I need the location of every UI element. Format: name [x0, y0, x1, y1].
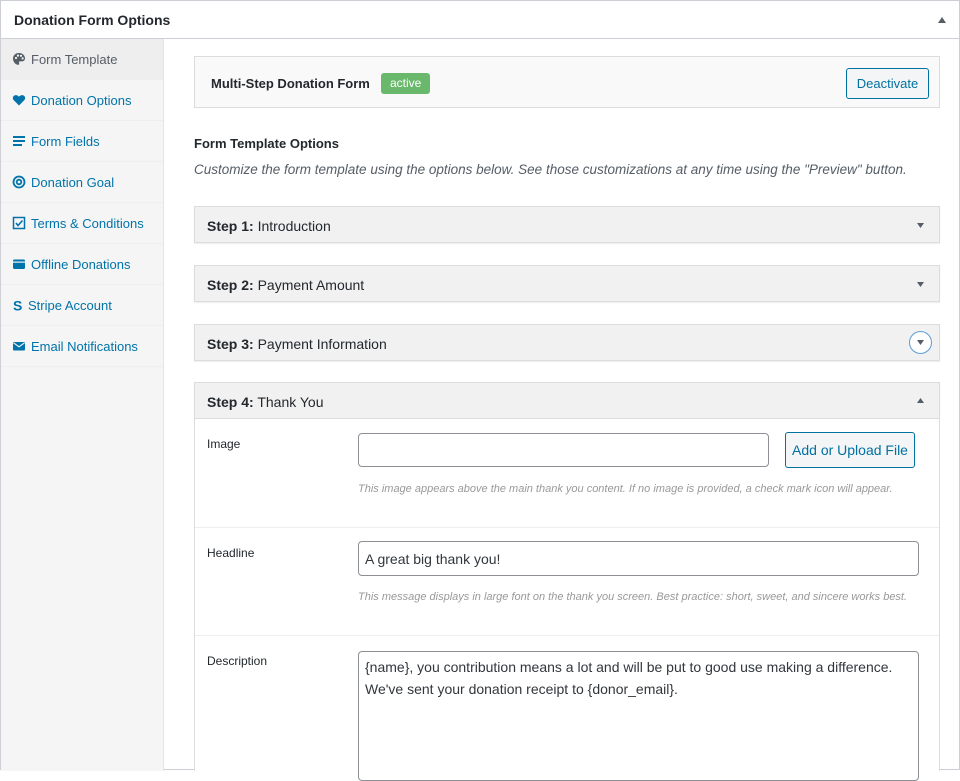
- sidebar-item-form-fields[interactable]: Form Fields: [1, 121, 163, 162]
- headline-label: Headline: [207, 546, 255, 560]
- sidebar-item-label: Donation Goal: [31, 175, 115, 190]
- sidebar-item-label: Offline Donations: [31, 257, 131, 272]
- collapse-triangle-icon[interactable]: [935, 14, 949, 26]
- image-row: Image Add or Upload File This image appe…: [195, 419, 939, 528]
- metabox-header: Donation Form Options: [1, 1, 959, 39]
- section-description: Customize the form template using the op…: [194, 162, 907, 177]
- deactivate-button[interactable]: Deactivate: [846, 68, 929, 99]
- envelope-icon: [13, 342, 25, 351]
- upload-file-button[interactable]: Add or Upload File: [785, 432, 915, 468]
- expand-arrow-icon: [917, 340, 924, 345]
- sidebar-item-form-template[interactable]: Form Template: [1, 39, 163, 80]
- focused-toggle[interactable]: [909, 331, 932, 354]
- sidebar-item-label: Donation Options: [31, 93, 132, 108]
- sidebar-item-email-notifications[interactable]: Email Notifications: [1, 326, 163, 367]
- sidebar-item-label: Form Fields: [31, 134, 100, 149]
- sidebar-item-terms-conditions[interactable]: Terms & Conditions: [1, 203, 163, 244]
- description-label: Description: [207, 654, 268, 668]
- step-number: Step 3:: [207, 336, 254, 352]
- list-icon: [13, 136, 25, 146]
- step-4-content: Image Add or Upload File This image appe…: [194, 419, 940, 781]
- template-name: Multi-Step Donation Form: [211, 76, 370, 91]
- description-row: Description {name}, you contribution mea…: [195, 636, 939, 781]
- headline-input[interactable]: [358, 541, 919, 576]
- step-name: Introduction: [257, 218, 331, 234]
- metabox-title: Donation Form Options: [14, 12, 171, 28]
- image-label: Image: [207, 437, 241, 451]
- sidebar-item-label: Terms & Conditions: [31, 216, 144, 231]
- sidebar-nav: Form Template Donation Options Form Fiel…: [1, 39, 164, 771]
- heart-icon: [12, 95, 26, 106]
- sidebar-item-offline-donations[interactable]: Offline Donations: [1, 244, 163, 285]
- step-2-header[interactable]: Step 2: Payment Amount: [194, 265, 940, 302]
- sidebar-item-label: Stripe Account: [28, 298, 112, 313]
- status-badge: active: [381, 73, 431, 94]
- step-name: Payment Information: [257, 336, 387, 352]
- description-textarea[interactable]: {name}, you contribution means a lot and…: [358, 651, 919, 781]
- palette-icon: [13, 53, 25, 65]
- expand-arrow-icon: [917, 282, 924, 287]
- sidebar-item-label: Form Template: [31, 52, 118, 67]
- sidebar-item-label: Email Notifications: [31, 339, 138, 354]
- stripe-icon: S: [13, 298, 22, 312]
- svg-text:S: S: [13, 298, 22, 312]
- image-help-text: This image appears above the main thank …: [358, 483, 893, 495]
- step-number: Step 2:: [207, 277, 254, 293]
- wallet-icon: [13, 259, 25, 269]
- image-url-input[interactable]: [358, 433, 769, 467]
- step-name: Thank You: [257, 394, 324, 410]
- active-template-panel: Multi-Step Donation Form active Deactiva…: [194, 56, 940, 108]
- sidebar-item-stripe-account[interactable]: S Stripe Account: [1, 285, 163, 326]
- checkbox-icon: [12, 216, 26, 230]
- step-3-header[interactable]: Step 3: Payment Information: [194, 324, 940, 361]
- step-number: Step 4:: [207, 394, 254, 410]
- donation-form-options-metabox: Donation Form Options Form Template Dona…: [0, 0, 960, 781]
- step-name: Payment Amount: [257, 277, 365, 293]
- section-title: Form Template Options: [194, 136, 339, 151]
- sidebar-item-donation-options[interactable]: Donation Options: [1, 80, 163, 121]
- target-icon: [12, 175, 26, 189]
- step-1-header[interactable]: Step 1: Introduction: [194, 206, 940, 243]
- headline-help-text: This message displays in large font on t…: [358, 591, 908, 603]
- collapse-arrow-icon: [917, 398, 924, 403]
- expand-arrow-icon: [917, 223, 924, 228]
- headline-row: Headline This message displays in large …: [195, 528, 939, 636]
- step-number: Step 1:: [207, 218, 254, 234]
- step-4-header[interactable]: Step 4: Thank You: [194, 382, 940, 419]
- sidebar-item-donation-goal[interactable]: Donation Goal: [1, 162, 163, 203]
